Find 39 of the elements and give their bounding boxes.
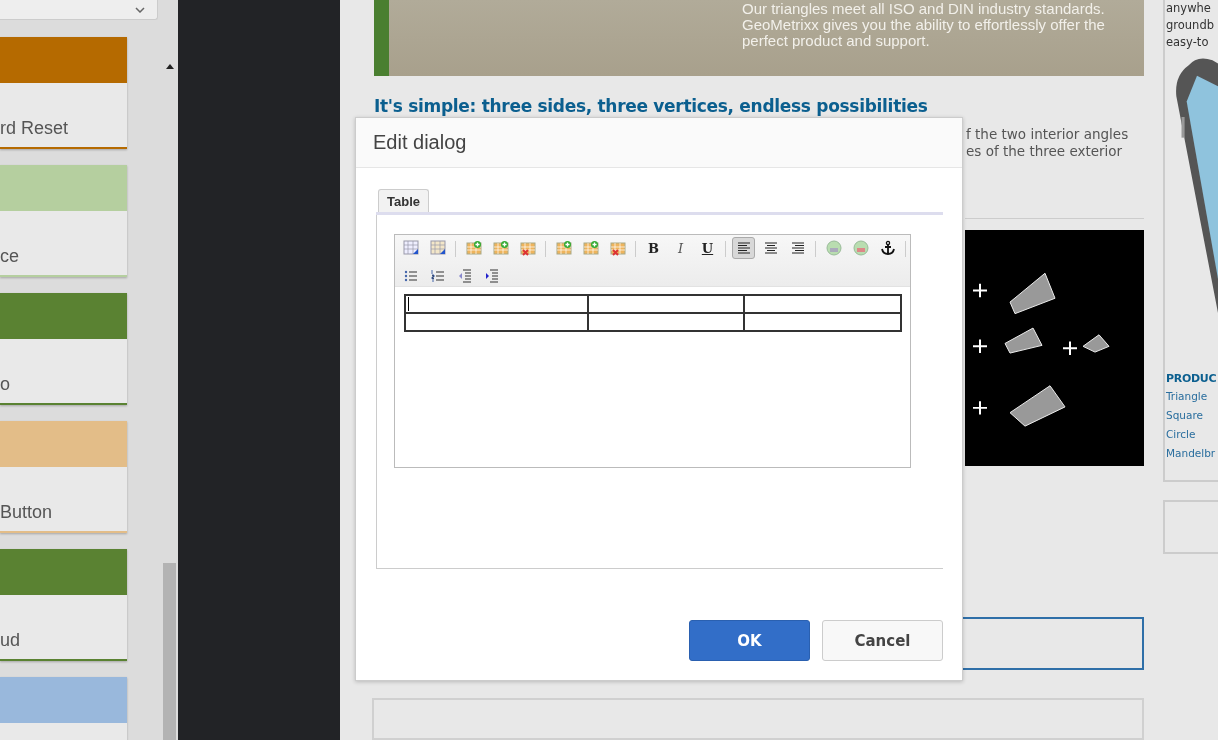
product-link[interactable]: Square <box>1166 406 1218 425</box>
dropdown-field[interactable] <box>0 0 158 20</box>
promo-text-line: groundb <box>1166 17 1215 34</box>
tab[interactable]: Table <box>378 189 429 212</box>
editable-table[interactable] <box>404 294 902 332</box>
card-label: ce <box>0 246 20 267</box>
card-label: o <box>0 374 11 395</box>
scrollbar-thumb[interactable] <box>163 563 176 740</box>
paragraph-line: f the two interior angles <box>966 125 1130 143</box>
hero-text-line: perfect product and support. <box>742 33 930 49</box>
section-heading: It's simple: three sides, three vertices, endless possibilities <box>374 95 929 116</box>
component-card[interactable]: ud <box>0 549 127 661</box>
underline-button[interactable]: U <box>696 237 719 259</box>
hero-text-line: Our triangles meet all ISO and DIN industry standards. <box>742 1 1105 17</box>
paragraph-line: es of the three exterior <box>966 142 1124 160</box>
product-link[interactable]: Mandelbr <box>1166 444 1218 463</box>
italic-button[interactable]: I <box>669 237 692 259</box>
bold-button[interactable]: B <box>642 237 665 259</box>
scroll-up-icon[interactable] <box>165 64 174 69</box>
text-cursor <box>408 297 409 311</box>
products-heading: PRODUC <box>1166 371 1218 387</box>
hero-text-line: GeoMetrixx gives you the ability to effortlessly offer the <box>742 17 1105 33</box>
promo-text-line: anywhe <box>1166 0 1212 17</box>
dialog-title: Edit dialog <box>373 131 467 154</box>
card-label: rd Reset <box>0 118 70 139</box>
component-card[interactable]: rd Reset <box>0 37 127 149</box>
component-card[interactable]: o <box>0 293 127 405</box>
component-card[interactable]: ce <box>0 165 127 277</box>
promo-text-line: easy-to <box>1166 34 1210 51</box>
card-label: Button <box>0 502 54 523</box>
align-left-icon[interactable] <box>732 237 755 259</box>
card-label: ud <box>0 630 22 651</box>
component-card[interactable]: Button <box>0 421 127 533</box>
cancel-button[interactable]: Cancel <box>822 620 943 661</box>
product-link[interactable]: Circle <box>1166 425 1218 444</box>
side-box <box>1163 500 1218 554</box>
ok-button[interactable]: OK <box>689 620 810 661</box>
product-link[interactable]: Triangle <box>1166 387 1218 406</box>
chevron-icon <box>135 6 145 13</box>
